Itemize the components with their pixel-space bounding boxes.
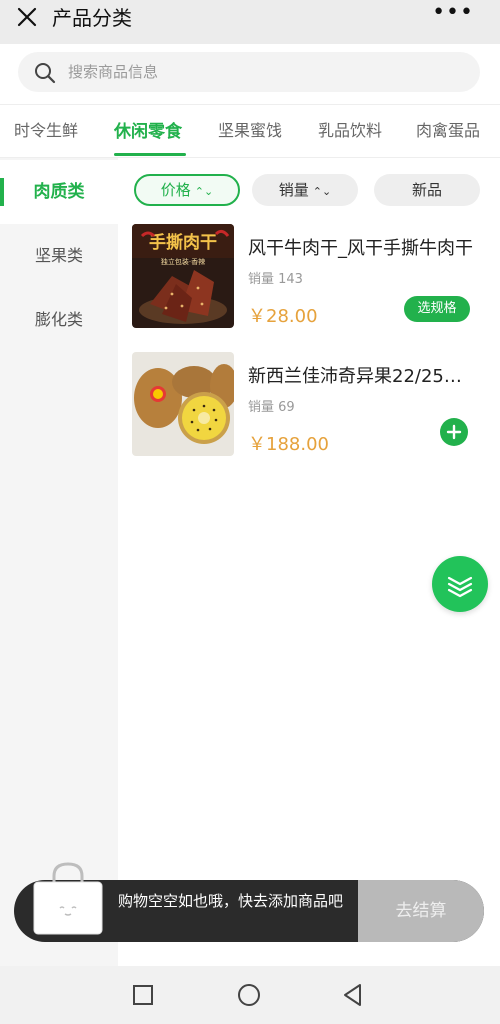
back-icon[interactable] [340,982,366,1008]
active-tab-indicator [114,153,186,156]
more-options-icon[interactable]: ••• [432,0,474,25]
product-image-subtext: 独立包装·香辣 [161,257,205,266]
search-icon [34,62,56,84]
sort-new-button[interactable]: 新品 [374,174,480,206]
tab-snacks[interactable]: 休闲零食 [114,117,182,142]
product-image-kiwifruit[interactable] [132,352,234,456]
sort-caret-icon: ⌃⌄ [312,185,332,198]
product-image-beef-jerky[interactable]: 手撕肉干 独立包装·香辣 [132,224,234,328]
recent-apps-icon[interactable] [130,982,156,1008]
top-bar: 产品分类 ••• [0,0,500,44]
sidebar-item-puffed[interactable]: 膨化类 [0,288,118,352]
product-name[interactable]: 新西兰佳沛奇异果22/25个装 [248,362,478,388]
page-title: 产品分类 [52,6,132,30]
home-icon[interactable] [236,982,262,1008]
sidebar-item-nuts[interactable]: 坚果类 [0,224,118,288]
layers-icon [447,576,473,598]
sort-sales-label: 销量 [278,181,309,199]
tab-seasonal-fresh[interactable]: 时令生鲜 [14,117,78,141]
tab-dairy-drinks[interactable]: 乳品饮料 [318,117,382,141]
empty-cart-message: 购物空空如也哦，快去添加商品吧 [118,892,344,910]
sidebar-item-meat[interactable]: 肉质类 [0,160,118,224]
search-box[interactable] [18,52,480,92]
sort-price-label: 价格 [160,181,191,199]
close-icon[interactable] [14,4,40,30]
layers-fab-button[interactable] [432,556,488,612]
tab-meat-eggs[interactable]: 肉禽蛋品 [416,117,480,141]
sort-price-button[interactable]: 价格 ⌃⌄ [134,174,240,206]
product-price: ￥188.00 [248,434,329,455]
plus-icon [446,424,462,440]
checkout-button[interactable]: 去结算 [358,880,484,942]
search-section [0,44,500,104]
product-item[interactable]: 新西兰佳沛奇异果22/25个装 销量 69 ￥188.00 [118,352,500,472]
system-nav-bar [0,966,500,1024]
category-tabs: 时令生鲜 休闲零食 坚果蜜饯 乳品饮料 肉禽蛋品 [0,104,500,158]
tab-nuts-preserves[interactable]: 坚果蜜饯 [218,117,282,141]
shopping-bag-icon[interactable] [32,862,104,936]
product-name[interactable]: 风干牛肉干_风干手撕牛肉干 [248,234,478,260]
product-sales: 销量 143 [248,272,303,287]
search-input[interactable] [68,52,458,92]
product-item[interactable]: 手撕肉干 独立包装·香辣 风干牛肉干_风干手撕牛肉干 销量 143 ￥28.00… [118,224,500,344]
add-to-cart-button[interactable] [440,418,468,446]
sort-caret-icon: ⌃⌄ [194,185,214,198]
product-image-text: 手撕肉干 [149,232,217,253]
subcategory-sidebar: 肉质类 坚果类 膨化类 [0,158,118,966]
select-spec-button[interactable]: 选规格 [404,296,470,322]
sort-sales-button[interactable]: 销量 ⌃⌄ [252,174,358,206]
product-sales: 销量 69 [248,400,295,415]
product-price: ￥28.00 [248,306,318,327]
